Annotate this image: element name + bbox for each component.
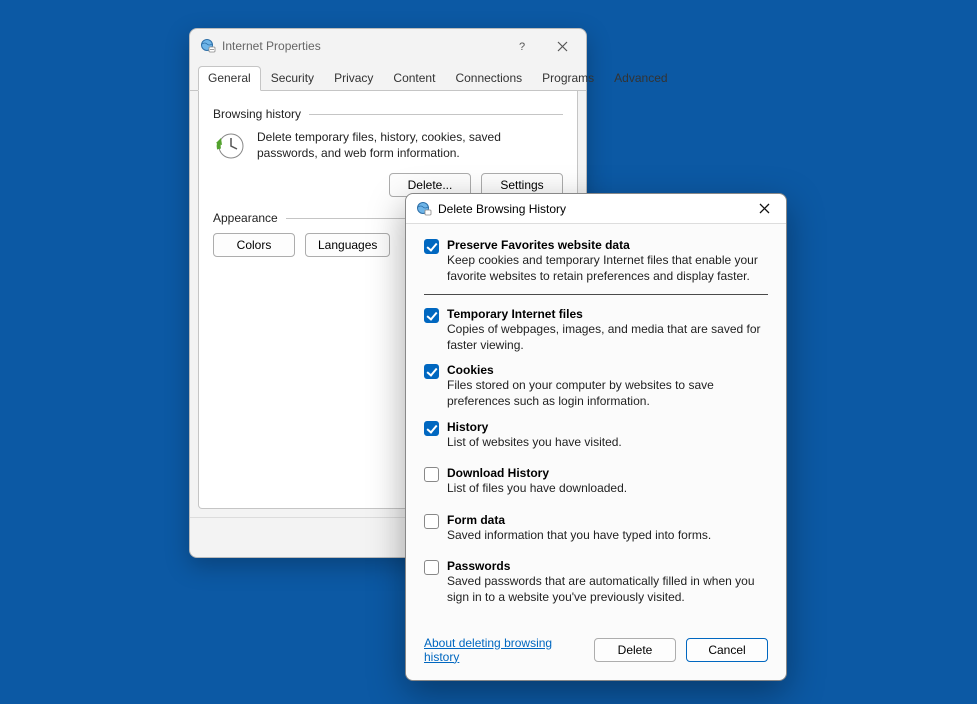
window-title: Internet Properties [222, 39, 502, 53]
help-button[interactable]: ? [502, 31, 542, 61]
checkbox-cookies[interactable] [424, 364, 439, 379]
languages-button[interactable]: Languages [305, 233, 390, 257]
history-clock-icon [213, 129, 247, 163]
divider [309, 114, 563, 115]
tab-connections[interactable]: Connections [445, 66, 532, 91]
option-desc: Keep cookies and temporary Internet file… [447, 253, 768, 284]
cancel-button[interactable]: Cancel [686, 638, 768, 662]
tab-general[interactable]: General [198, 66, 261, 91]
option-title: Passwords [447, 559, 768, 573]
tab-bar: General Security Privacy Content Connect… [190, 65, 586, 91]
dialog-titlebar[interactable]: Delete Browsing History [406, 194, 786, 224]
option-desc: Saved information that you have typed in… [447, 528, 711, 544]
dialog-body: Preserve Favorites website data Keep coo… [406, 224, 786, 626]
about-deleting-history-link[interactable]: About deleting browsing history [424, 636, 584, 664]
option-title: Download History [447, 466, 627, 480]
option-preserve-favorites: Preserve Favorites website data Keep coo… [424, 238, 768, 284]
checkbox-temp-files[interactable] [424, 308, 439, 323]
option-temp-files: Temporary Internet files Copies of webpa… [424, 307, 768, 353]
option-passwords: Passwords Saved passwords that are autom… [424, 559, 768, 605]
colors-button[interactable]: Colors [213, 233, 295, 257]
titlebar[interactable]: Internet Properties ? [190, 29, 586, 63]
browsing-history-description: Delete temporary files, history, cookies… [257, 129, 563, 163]
option-desc: List of websites you have visited. [447, 435, 622, 451]
option-title: Cookies [447, 363, 768, 377]
tab-privacy[interactable]: Privacy [324, 66, 383, 91]
checkbox-download-history[interactable] [424, 467, 439, 482]
dialog-footer: About deleting browsing history Delete C… [406, 626, 786, 680]
close-button[interactable] [542, 31, 582, 61]
checkbox-form-data[interactable] [424, 514, 439, 529]
option-title: Preserve Favorites website data [447, 238, 768, 252]
tab-content[interactable]: Content [383, 66, 445, 91]
divider [424, 294, 768, 295]
option-download-history: Download History List of files you have … [424, 466, 768, 497]
option-history: History List of websites you have visite… [424, 420, 768, 451]
group-label: Browsing history [213, 107, 301, 121]
group-label: Appearance [213, 211, 278, 225]
svg-text:?: ? [519, 41, 525, 52]
internet-options-icon [200, 38, 216, 54]
checkbox-history[interactable] [424, 421, 439, 436]
dialog-close-button[interactable] [748, 194, 780, 224]
option-form-data: Form data Saved information that you hav… [424, 513, 768, 544]
option-desc: List of files you have downloaded. [447, 481, 627, 497]
tab-security[interactable]: Security [261, 66, 324, 91]
checkbox-passwords[interactable] [424, 560, 439, 575]
option-title: Temporary Internet files [447, 307, 768, 321]
option-title: Form data [447, 513, 711, 527]
option-desc: Copies of webpages, images, and media th… [447, 322, 768, 353]
option-desc: Saved passwords that are automatically f… [447, 574, 768, 605]
option-title: History [447, 420, 622, 434]
delete-browsing-history-dialog: Delete Browsing History Preserve Favorit… [405, 193, 787, 681]
checkbox-preserve-favorites[interactable] [424, 239, 439, 254]
delete-button[interactable]: Delete [594, 638, 676, 662]
dialog-title: Delete Browsing History [438, 202, 748, 216]
option-desc: Files stored on your computer by website… [447, 378, 768, 409]
internet-options-icon [416, 201, 432, 217]
tab-advanced[interactable]: Advanced [604, 66, 677, 91]
tab-programs[interactable]: Programs [532, 66, 604, 91]
option-cookies: Cookies Files stored on your computer by… [424, 363, 768, 409]
group-browsing-history: Browsing history [213, 107, 563, 121]
